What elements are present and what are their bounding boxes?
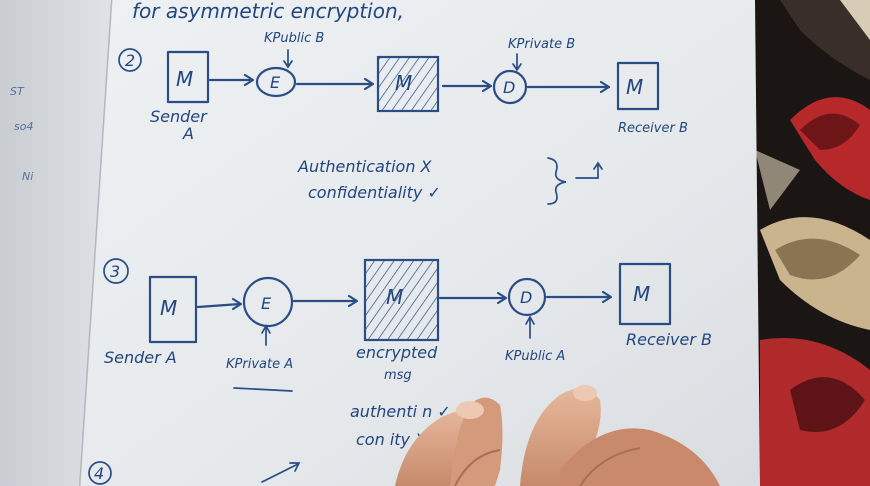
scheme-2-receiver-label: Receiver B bbox=[618, 121, 688, 136]
scheme-3-sender-label: Sender A bbox=[104, 348, 177, 367]
scheme-4-number: 4 bbox=[94, 464, 104, 483]
scheme-3-decrypt: D bbox=[520, 288, 532, 307]
scheme-2-conf-line: confidentiality ✓ bbox=[308, 183, 441, 202]
scheme-3-encrypt-key: KPrivate A bbox=[226, 357, 293, 372]
scheme-2-auth-line: Authentication X bbox=[297, 157, 433, 176]
notebook-photo: ST so4 Ni for asymmetric encryption, 2 M… bbox=[0, 0, 870, 486]
scheme-3-encrypt: E bbox=[261, 294, 272, 313]
scheme-3-auth-line: authenti n ✓ bbox=[350, 402, 451, 421]
scheme-2-cipher-box-label: M bbox=[395, 71, 412, 95]
scheme-3-sender-box-label: M bbox=[160, 296, 177, 320]
rug-background bbox=[740, 0, 870, 486]
scheme-2-sender-box-label: M bbox=[176, 67, 193, 91]
header-text: for asymmetric encryption, bbox=[132, 0, 404, 23]
scheme-2-number: 2 bbox=[125, 51, 135, 70]
scheme-2-decrypt: D bbox=[503, 78, 515, 97]
scheme-2-decrypt-key: KPrivate B bbox=[508, 37, 575, 52]
scheme-3-cipher-label-2: msg bbox=[384, 368, 412, 383]
scheme-3-number: 3 bbox=[110, 262, 120, 281]
scheme-2-receiver-box-label: M bbox=[626, 75, 643, 99]
scheme-3-decrypt-key: KPublic A bbox=[505, 349, 565, 364]
scheme-2-encrypt-key: KPublic B bbox=[264, 31, 324, 46]
svg-text:so4: so4 bbox=[14, 120, 33, 133]
scheme-3-cipher-box-label: M bbox=[386, 285, 403, 309]
scheme-2-sender-label-2: A bbox=[182, 124, 194, 143]
svg-text:ST: ST bbox=[10, 85, 25, 98]
scheme-2-sender-label: Sender bbox=[150, 107, 208, 126]
svg-text:Ni: Ni bbox=[22, 170, 33, 183]
scheme-3-receiver-label: Receiver B bbox=[626, 330, 712, 349]
scheme-2-encrypt: E bbox=[270, 73, 281, 92]
scheme-3-cipher-label: encrypted bbox=[356, 343, 438, 362]
scheme-3-receiver-box-label: M bbox=[633, 282, 650, 306]
